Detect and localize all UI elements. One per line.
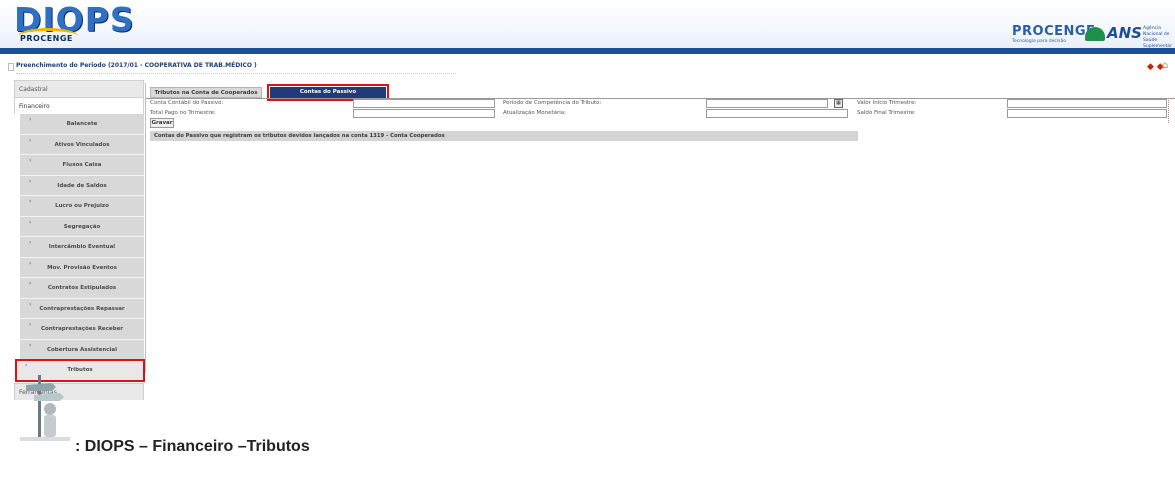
procenge-logo: PROCENGE Tecnologia para decisão bbox=[1012, 24, 1096, 46]
title-divider bbox=[16, 73, 456, 74]
menu-item-label: Tributos bbox=[67, 367, 93, 373]
procenge-tagline: Tecnologia para decisão bbox=[1012, 39, 1066, 44]
menu-item-label: Ativos Vinculados bbox=[54, 141, 110, 148]
menu-item-label: Contratos Estipulados bbox=[47, 285, 117, 291]
menu-item-contratos-estipulados[interactable]: › Contratos Estipulados bbox=[20, 278, 144, 299]
menu-section-cadastral[interactable]: Cadastral bbox=[14, 80, 144, 97]
save-button[interactable]: Gravar bbox=[150, 118, 174, 128]
menu-item-label: Balancete bbox=[66, 121, 98, 127]
chevron-right-icon: › bbox=[29, 239, 32, 246]
menu-item-cobertura-assistencial[interactable]: › Cobertura Assistencial bbox=[20, 339, 144, 360]
diops-logo: DIOPS PROCENGE bbox=[14, 0, 134, 46]
menu-item-label: Contraprestações Repassar bbox=[39, 305, 125, 312]
page-icon bbox=[8, 63, 14, 71]
valor-inicio-input[interactable] bbox=[1007, 99, 1167, 108]
diops-logo-sub: PROCENGE bbox=[20, 34, 73, 43]
periodo-input[interactable] bbox=[706, 99, 828, 108]
saldo-final-input[interactable] bbox=[1007, 109, 1167, 118]
menu-item-label: Cobertura Assistencial bbox=[46, 346, 118, 353]
side-menu: Cadastral Financeiro › Balancete › Ativos V… bbox=[14, 80, 145, 400]
app-header: DIOPS PROCENGE PROCENGE Tecnologia para … bbox=[0, 0, 1175, 52]
chevron-right-icon: › bbox=[29, 177, 32, 185]
chevron-right-icon: › bbox=[25, 362, 28, 369]
atualizacao-label: Atualização Monetária: bbox=[503, 110, 567, 116]
menu-item-lucro-ou-prejuizo[interactable]: › Lucro ou Prejuizo bbox=[20, 196, 144, 217]
menu-item-segrega-o[interactable]: › Segregação bbox=[20, 216, 144, 237]
tab-contas-do-passivo[interactable]: Contas do Passivo bbox=[267, 84, 389, 101]
ans-tagline: Agência Nacional de Saúde Suplementar bbox=[1143, 26, 1172, 49]
conta-contabil-input[interactable] bbox=[353, 99, 495, 108]
signpost-person-icon bbox=[20, 375, 70, 441]
menu-section-financeiro[interactable]: Financeiro bbox=[14, 97, 144, 114]
total-pago-input[interactable] bbox=[353, 109, 495, 118]
chevron-right-icon: › bbox=[29, 280, 32, 287]
calendar-icon[interactable]: ▦ bbox=[834, 99, 843, 108]
chevron-right-icon: › bbox=[29, 218, 32, 226]
total-pago-label: Total Pago no Trimestre: bbox=[150, 110, 216, 116]
ans-mark-icon bbox=[1085, 27, 1105, 41]
menu-item-contrapresta-es-repassar[interactable]: › Contraprestações Repassar bbox=[20, 298, 144, 319]
menu-item-label: Intercâmbio Eventual bbox=[48, 244, 116, 250]
caption-text: : DIOPS – Financeiro –Tributos bbox=[75, 438, 310, 455]
info-bar: Contas do Passivo que registram os tribu… bbox=[150, 131, 858, 141]
chevron-right-icon: › bbox=[29, 116, 32, 123]
menu-item-balancete[interactable]: › Balancete bbox=[20, 114, 144, 135]
chevron-right-icon: › bbox=[29, 341, 32, 349]
menu-item-label: Mov. Provisão Eventos bbox=[47, 264, 117, 271]
header-bar bbox=[0, 48, 1175, 54]
menu-item-mov-provis-o-eventos[interactable]: › Mov. Provisão Eventos bbox=[20, 257, 144, 278]
chevron-right-icon: › bbox=[29, 198, 32, 205]
menu-item-label: Contraprestações Receber bbox=[40, 326, 124, 332]
menu-item-interc-mbio-eventual[interactable]: › Intercâmbio Eventual bbox=[20, 237, 144, 258]
procenge-logo-text: PROCENGE bbox=[1012, 24, 1096, 39]
chevron-right-icon: › bbox=[29, 136, 32, 144]
periodo-label: Periodo de Competência do Tributo: bbox=[503, 100, 602, 106]
right-edge-divider bbox=[1168, 98, 1169, 123]
chevron-right-icon: › bbox=[29, 157, 32, 164]
chevron-right-icon: › bbox=[29, 321, 32, 328]
menu-item-label: Fluxos Caixa bbox=[62, 162, 102, 168]
content-panel: Tributos na Conta de Cooperados Contas d… bbox=[145, 83, 1175, 373]
chevron-right-icon: › bbox=[29, 300, 32, 308]
home-icon[interactable]: ⌂ bbox=[1162, 60, 1168, 71]
menu-item-label: Idade de Saldos bbox=[57, 182, 107, 189]
menu-item-label: Lucro ou Prejuizo bbox=[55, 203, 109, 209]
valor-inicio-label: Valor Inicio Trimestre: bbox=[857, 100, 917, 106]
tab-tributos-conta-cooperados[interactable]: Tributos na Conta de Cooperados bbox=[150, 87, 262, 98]
menu-item-ativos-vinculados[interactable]: › Ativos Vinculados bbox=[20, 134, 144, 155]
menu-item-label: Segregação bbox=[63, 223, 101, 230]
page-title: Preenchimento do Periodo (2017/01 - COOP… bbox=[16, 62, 257, 69]
ans-logo: ANS Agência Nacional de Saúde Suplementa… bbox=[1085, 24, 1173, 49]
financeiro-items: › Balancete › Ativos Vinculados › Fluxos Caix… bbox=[14, 114, 145, 382]
menu-item-idade-de-saldos[interactable]: › Idade de Saldos bbox=[20, 175, 144, 196]
menu-item-fluxos-caixa[interactable]: › Fluxos Caixa bbox=[20, 155, 144, 176]
menu-item-contrapresta-es-receber[interactable]: › Contraprestações Receber bbox=[20, 319, 144, 340]
ans-logo-text: ANS bbox=[1107, 24, 1142, 42]
conta-contabil-label: Conta Contábil do Passivo: bbox=[150, 100, 224, 106]
title-row: Preenchimento do Periodo (2017/01 - COOP… bbox=[0, 60, 1175, 76]
saldo-final-label: Saldo Final Trimestre: bbox=[857, 110, 916, 116]
atualizacao-input[interactable] bbox=[706, 109, 848, 118]
chevron-right-icon: › bbox=[29, 259, 32, 267]
